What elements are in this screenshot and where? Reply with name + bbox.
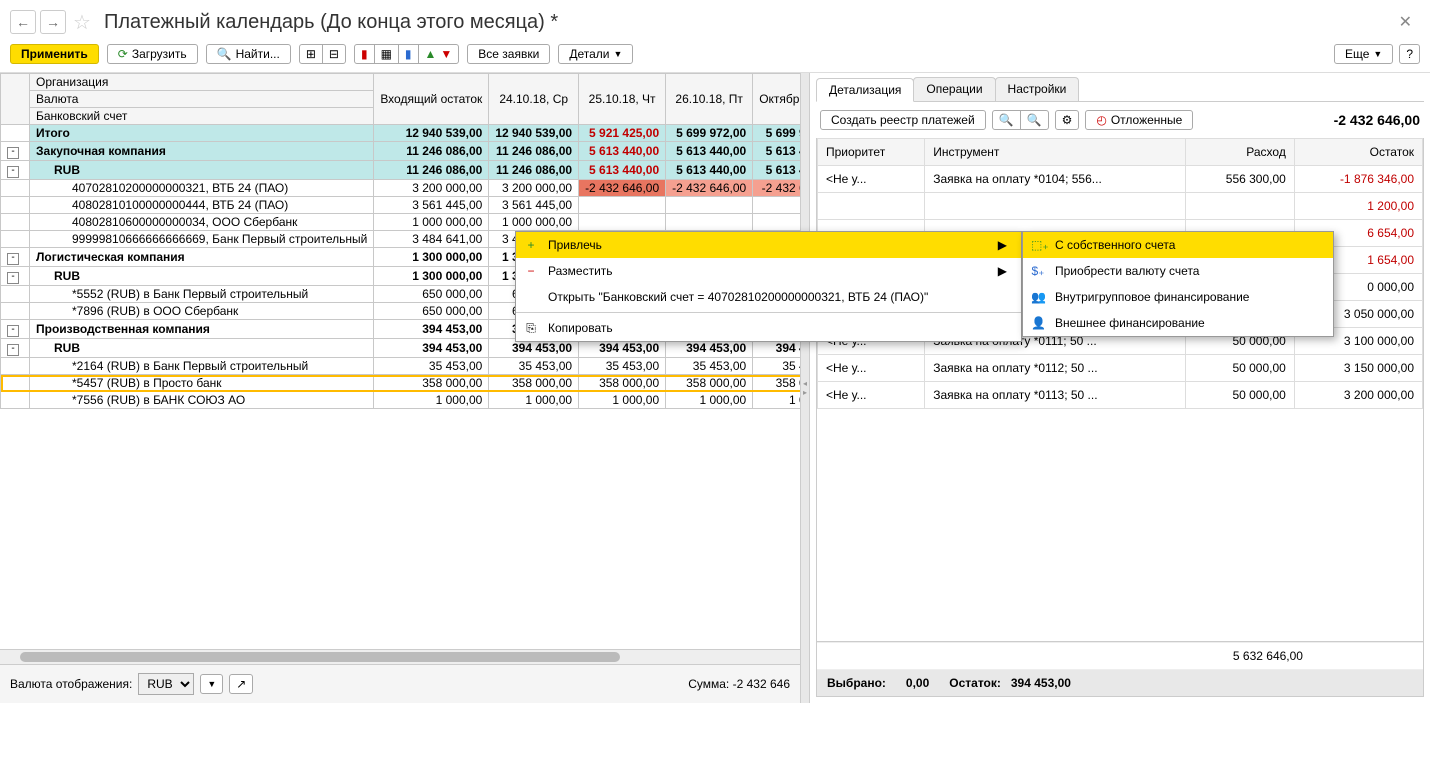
minus-icon: − [524,264,538,278]
tab-detail[interactable]: Детализация [816,78,914,102]
copy-icon: ⎘ [524,321,538,336]
tab-operations[interactable]: Операции [913,77,995,101]
help-button[interactable]: ? [1399,44,1420,64]
find-button[interactable]: 🔍Найти... [206,44,291,64]
currency-open-button[interactable]: ↗ [229,674,253,694]
footer-total: 5 632 646,00 [1233,649,1303,663]
col-currency: Валюта [30,91,374,108]
plus-icon: + [524,238,538,252]
horizontal-scrollbar[interactable] [0,649,800,664]
close-button[interactable]: ✕ [1391,12,1420,32]
group-collapse-button[interactable]: ⊟ [322,44,346,64]
submenu-buy-currency[interactable]: $₊ Приобрести валюту счета [1023,258,1333,284]
list-item[interactable]: 1 200,00 [818,193,1423,220]
submenu-own-account[interactable]: ⬚₊ С собственного счета [1023,232,1333,258]
table-row[interactable]: *2164 (RUB) в Банк Первый строительный35… [1,358,801,375]
chart-button[interactable]: ▮ [398,44,419,64]
all-requests-button[interactable]: Все заявки [467,44,550,64]
list-item[interactable]: <Не у...Заявка на оплату *0113; 50 ...50… [818,382,1423,409]
menu-open[interactable]: Открыть "Банковский счет = 4070281020000… [516,284,1021,310]
sort-button[interactable]: ▲▼ [418,44,460,64]
postponed-button[interactable]: ◴ Отложенные [1085,110,1193,130]
selected-value: 0,00 [906,676,929,690]
view2-button[interactable]: ▦ [374,44,399,64]
tree-toggle[interactable]: - [7,253,19,265]
search-clear-button[interactable]: 🔍 [1020,110,1049,130]
col-priority: Приоритет [818,139,925,166]
view1-button[interactable]: ▮ [354,44,375,64]
menu-copy[interactable]: ⎘ Копировать [516,315,1021,341]
balance-label: Остаток: [949,676,1001,690]
back-button[interactable]: ← [10,10,36,34]
table-row[interactable]: 40702810200000000321, ВТБ 24 (ПАО)3 200 … [1,180,801,197]
balance-value: -2 432 646,00 [1334,112,1420,128]
sum-display: Сумма: -2 432 646 [688,677,790,691]
search-button[interactable]: 🔍 [992,110,1021,130]
forward-button[interactable]: → [40,10,66,34]
more-button[interactable]: Еще ▼ [1334,44,1393,64]
col-org: Организация [30,74,374,91]
col-d1: 24.10.18, Ср [489,74,579,125]
list-item[interactable]: <Не у...Заявка на оплату *0112; 50 ...50… [818,355,1423,382]
display-currency-select[interactable]: RUB [138,673,194,695]
submenu-arrow-icon: ▶ [978,264,1007,278]
details-button[interactable]: Детали ▼ [558,44,633,64]
tree-toggle[interactable]: - [7,272,19,284]
col-incoming: Входящий остаток [374,74,489,125]
favorite-button[interactable]: ☆ [70,11,94,33]
group-expand-button[interactable]: ⊞ [299,44,323,64]
create-registry-button[interactable]: Создать реестр платежей [820,110,986,130]
page-title: Платежный календарь (До конца этого меся… [104,11,558,34]
apply-button[interactable]: Применить [10,44,99,64]
load-button[interactable]: ⟳Загрузить [107,44,198,64]
col-instrument: Инструмент [925,139,1186,166]
submenu-intragroup[interactable]: 👥 Внутригрупповое финансирование [1023,284,1333,310]
intragroup-icon: 👥 [1031,290,1045,304]
table-row[interactable]: 40802810600000000034, ООО Сбербанк1 000 … [1,214,801,231]
col-d2: 25.10.18, Чт [579,74,666,125]
tree-toggle[interactable]: - [7,147,19,159]
settings-gear-button[interactable]: ⚙ [1055,110,1080,130]
table-row[interactable]: 40802810100000000444, ВТБ 24 (ПАО)3 561 … [1,197,801,214]
table-row[interactable]: -RUB11 246 086,0011 246 086,005 613 440,… [1,161,801,180]
dollar-plus-icon: $₊ [1031,264,1045,278]
tab-settings[interactable]: Настройки [995,77,1080,101]
col-d3: 26.10.18, Пт [666,74,753,125]
currency-dropdown-button[interactable]: ▼ [200,674,223,694]
menu-attract[interactable]: + Привлечь ▶ [516,232,1021,258]
col-balance: Остаток [1294,139,1422,166]
list-item[interactable]: <Не у...Заявка на оплату *0104; 556...55… [818,166,1423,193]
table-row[interactable]: *5457 (RUB) в Просто банк358 000,00358 0… [1,375,801,392]
context-menu-main[interactable]: + Привлечь ▶ − Разместить ▶ Открыть "Бан… [515,231,1022,342]
submenu-external[interactable]: 👤 Внешнее финансирование [1023,310,1333,336]
tree-toggle[interactable]: - [7,166,19,178]
col-account: Банковский счет [30,108,374,125]
table-row[interactable]: -Закупочная компания11 246 086,0011 246 … [1,142,801,161]
col-expense: Расход [1186,139,1294,166]
tree-toggle[interactable]: - [7,325,19,337]
selected-label: Выбрано: [827,676,886,690]
table-row[interactable]: Итого12 940 539,0012 940 539,005 921 425… [1,125,801,142]
balance-footer-value: 394 453,00 [1011,676,1071,690]
col-month: Октябрь 2018 [753,74,800,125]
tree-toggle[interactable]: - [7,344,19,356]
external-icon: 👤 [1031,316,1045,330]
account-plus-icon: ⬚₊ [1031,238,1045,252]
context-menu-attract[interactable]: ⬚₊ С собственного счета $₊ Приобрести ва… [1022,231,1334,337]
main-toolbar: Применить ⟳Загрузить 🔍Найти... ⊞ ⊟ ▮ ▦ ▮… [0,40,1430,72]
table-row[interactable]: *7556 (RUB) в БАНК СОЮЗ АО1 000,001 000,… [1,392,801,409]
submenu-arrow-icon: ▶ [978,238,1007,252]
currency-label: Валюта отображения: [10,677,132,691]
menu-place[interactable]: − Разместить ▶ [516,258,1021,284]
splitter[interactable]: ◂▸ [800,73,810,703]
